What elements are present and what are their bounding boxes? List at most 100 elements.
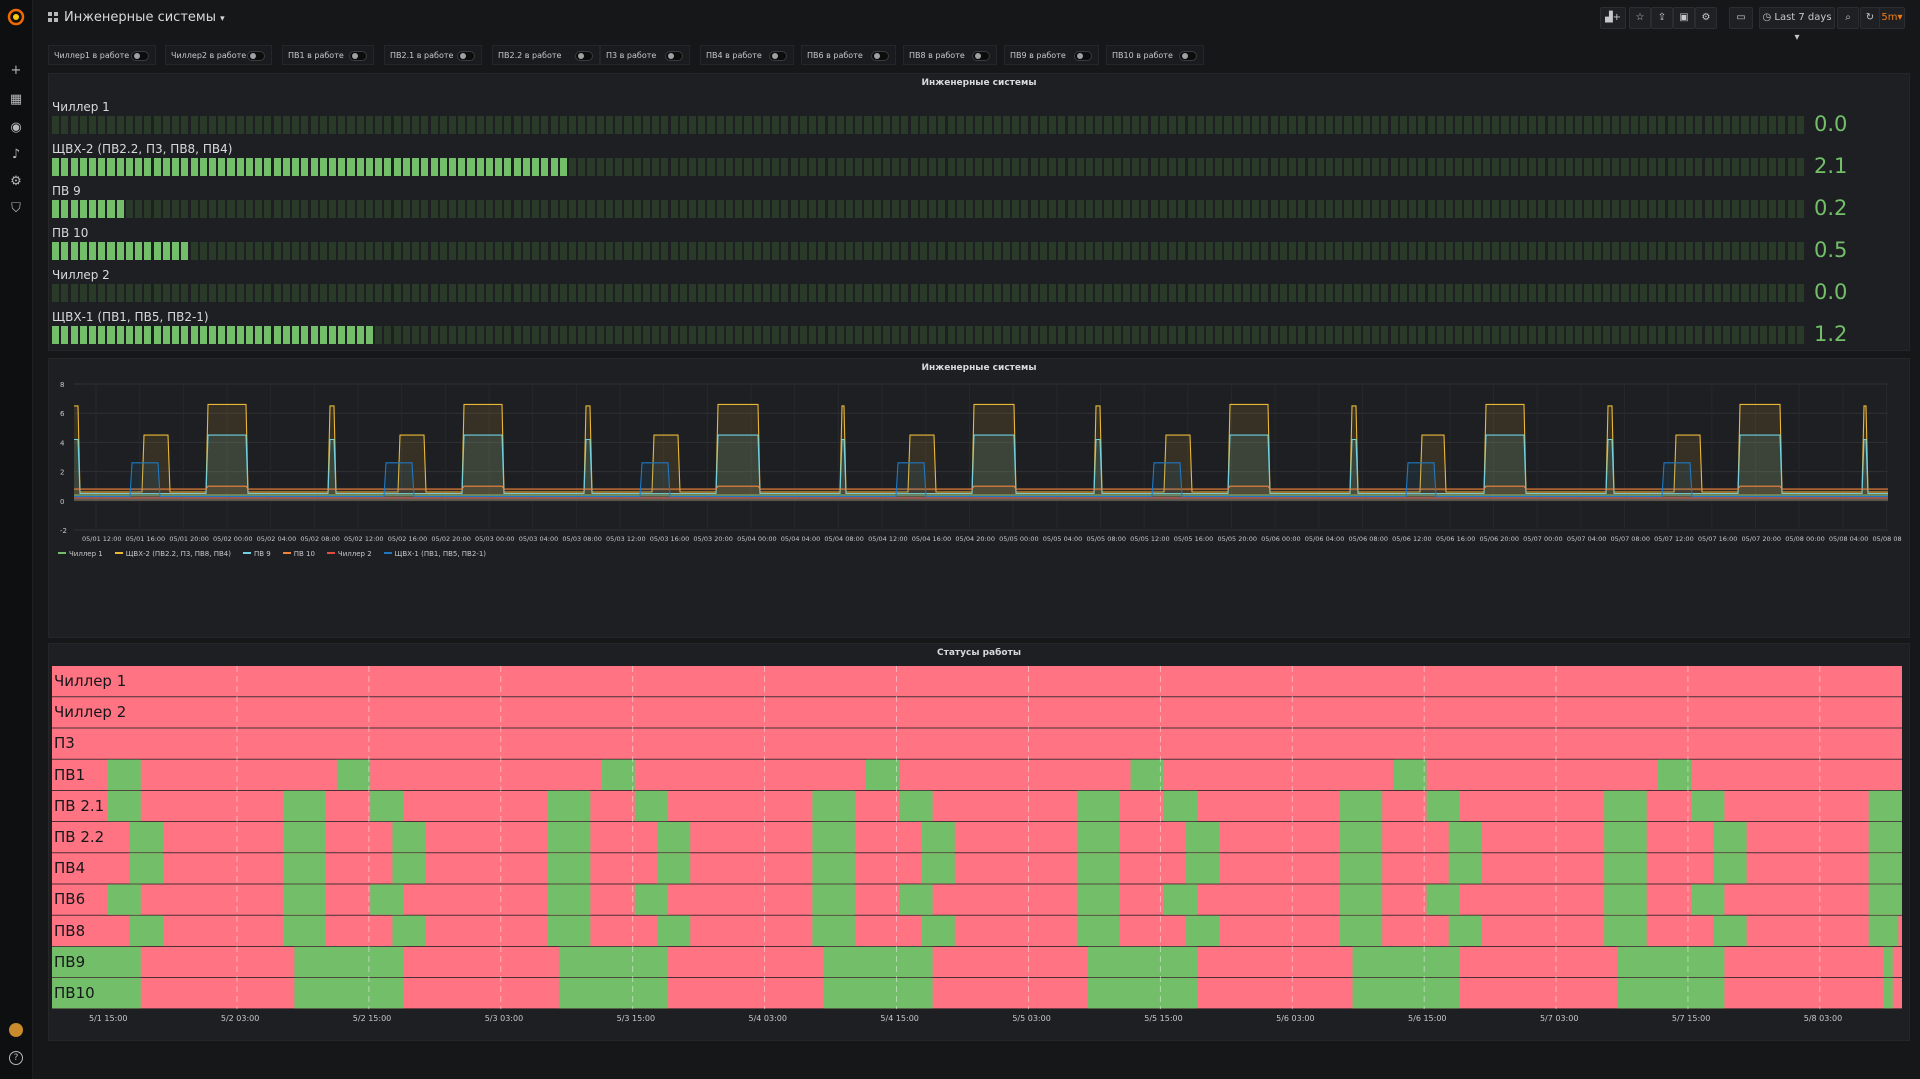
status-on-segment[interactable] (1713, 853, 1747, 884)
status-on-segment[interactable] (866, 759, 900, 790)
status-on-segment[interactable] (1076, 915, 1120, 946)
status-on-segment[interactable] (1339, 822, 1383, 853)
status-on-segment[interactable] (558, 946, 669, 978)
status-on-segment[interactable] (656, 822, 691, 853)
gear-icon[interactable]: ⚙ (9, 175, 23, 189)
status-on-segment[interactable] (921, 822, 955, 853)
settings-button[interactable]: ⚙ (1695, 7, 1717, 29)
legend-item[interactable]: Чиллер 1 (58, 550, 103, 558)
var-toggle-pv9[interactable]: ПВ9 в работе (1004, 45, 1099, 65)
status-on-segment[interactable] (1076, 822, 1120, 853)
var-toggle-chiller1[interactable]: Чиллер1 в работе (48, 45, 156, 65)
toggle-switch[interactable] (972, 51, 990, 61)
status-on-segment[interactable] (1868, 915, 1899, 946)
status-on-segment[interactable] (547, 822, 591, 853)
status-on-segment[interactable] (1339, 884, 1383, 915)
explore-icon[interactable]: ◉ (9, 121, 23, 135)
status-on-segment[interactable] (107, 790, 141, 822)
var-toggle-pv10[interactable]: ПВ10 в работе (1106, 45, 1204, 65)
status-on-segment[interactable] (1713, 915, 1747, 946)
status-on-segment[interactable] (899, 790, 933, 822)
toggle-switch[interactable] (457, 51, 475, 61)
shield-icon[interactable]: ⛉ (9, 202, 23, 216)
status-on-segment[interactable] (1713, 822, 1747, 853)
dashboards-icon[interactable]: ▦ (9, 93, 23, 107)
status-on-segment[interactable] (1186, 822, 1220, 853)
status-on-segment[interactable] (283, 915, 326, 946)
panel-title[interactable]: Инженерные системы (49, 78, 1909, 88)
status-on-segment[interactable] (634, 790, 669, 822)
status-on-segment[interactable] (1076, 853, 1120, 884)
time-series-graph[interactable]: 8 6 4 2 0 -2 05/01 12:00 05/01 16:00 05/01 20:00… (52, 376, 1902, 544)
toggle-switch[interactable] (575, 51, 593, 61)
status-on-segment[interactable] (1448, 853, 1483, 884)
var-toggle-pv4[interactable]: ПВ4 в работе (700, 45, 794, 65)
status-on-segment[interactable] (634, 884, 669, 915)
status-on-segment[interactable] (899, 884, 933, 915)
status-on-segment[interactable] (1076, 884, 1120, 915)
plus-icon[interactable]: + (9, 64, 23, 78)
status-on-segment[interactable] (392, 853, 426, 884)
grafana-logo[interactable] (7, 8, 25, 26)
status-on-segment[interactable] (1163, 884, 1198, 915)
status-on-segment[interactable] (601, 759, 635, 790)
status-on-segment[interactable] (1604, 790, 1647, 822)
status-on-segment[interactable] (812, 853, 855, 884)
status-on-segment[interactable] (558, 978, 669, 1009)
status-row[interactable] (52, 759, 1902, 790)
status-on-segment[interactable] (1617, 946, 1725, 978)
status-on-segment[interactable] (129, 822, 163, 853)
status-on-segment[interactable] (1088, 978, 1198, 1009)
toggle-switch[interactable] (349, 51, 367, 61)
toggle-switch[interactable] (247, 51, 265, 61)
status-on-segment[interactable] (283, 822, 326, 853)
status-on-segment[interactable] (1448, 822, 1483, 853)
status-on-segment[interactable] (547, 853, 591, 884)
status-on-segment[interactable] (1076, 790, 1120, 822)
legend-item[interactable]: ЩВХ-2 (ПВ2.2, П3, ПВ8, ПВ4) (114, 550, 231, 558)
status-history-chart[interactable] (52, 666, 1902, 1010)
status-on-segment[interactable] (336, 759, 371, 790)
status-on-segment[interactable] (1448, 915, 1483, 946)
var-toggle-pv1[interactable]: ПВ1 в работе (282, 45, 374, 65)
status-on-segment[interactable] (921, 915, 955, 946)
legend-item[interactable]: Чиллер 2 (326, 550, 372, 558)
status-on-segment[interactable] (1883, 946, 1893, 978)
status-on-segment[interactable] (392, 822, 426, 853)
var-toggle-pv2-1[interactable]: ПВ2.1 в работе (384, 45, 482, 65)
legend-item[interactable]: ПВ 9 (242, 550, 271, 558)
status-on-segment[interactable] (392, 915, 426, 946)
status-on-segment[interactable] (1868, 790, 1902, 822)
status-on-segment[interactable] (1617, 978, 1725, 1009)
status-on-segment[interactable] (656, 853, 691, 884)
status-on-segment[interactable] (1339, 853, 1383, 884)
refresh-interval-picker[interactable]: 5m▾ (1879, 7, 1905, 29)
status-on-segment[interactable] (294, 946, 404, 978)
status-on-segment[interactable] (107, 884, 141, 915)
status-on-segment[interactable] (812, 884, 855, 915)
status-on-segment[interactable] (1604, 822, 1647, 853)
time-range-picker[interactable]: ◷ Last 7 days ▾ (1759, 7, 1835, 43)
status-row[interactable] (52, 697, 1902, 728)
tv-mode-button[interactable]: ▭ (1729, 7, 1753, 29)
share-button[interactable]: ⇪ (1651, 7, 1673, 29)
status-on-segment[interactable] (1393, 759, 1427, 790)
toggle-switch[interactable] (665, 51, 683, 61)
status-on-segment[interactable] (283, 853, 326, 884)
status-on-segment[interactable] (547, 915, 591, 946)
status-on-segment[interactable] (107, 759, 141, 790)
status-on-segment[interactable] (1352, 978, 1460, 1009)
status-on-segment[interactable] (1163, 790, 1198, 822)
status-on-segment[interactable] (823, 946, 933, 978)
status-on-segment[interactable] (1868, 853, 1902, 884)
var-toggle-chiller2[interactable]: Чиллер2 в работе (165, 45, 272, 65)
status-on-segment[interactable] (283, 790, 326, 822)
status-on-segment[interactable] (370, 790, 404, 822)
legend-item[interactable]: ЩВХ-1 (ПВ1, ПВ5, ПВ2-1) (383, 550, 486, 558)
status-on-segment[interactable] (1691, 790, 1725, 822)
toggle-switch[interactable] (1074, 51, 1092, 61)
status-on-segment[interactable] (1604, 915, 1647, 946)
status-on-segment[interactable] (1604, 884, 1647, 915)
toggle-switch[interactable] (769, 51, 787, 61)
zoom-out-button[interactable]: ⌕ (1837, 7, 1859, 29)
